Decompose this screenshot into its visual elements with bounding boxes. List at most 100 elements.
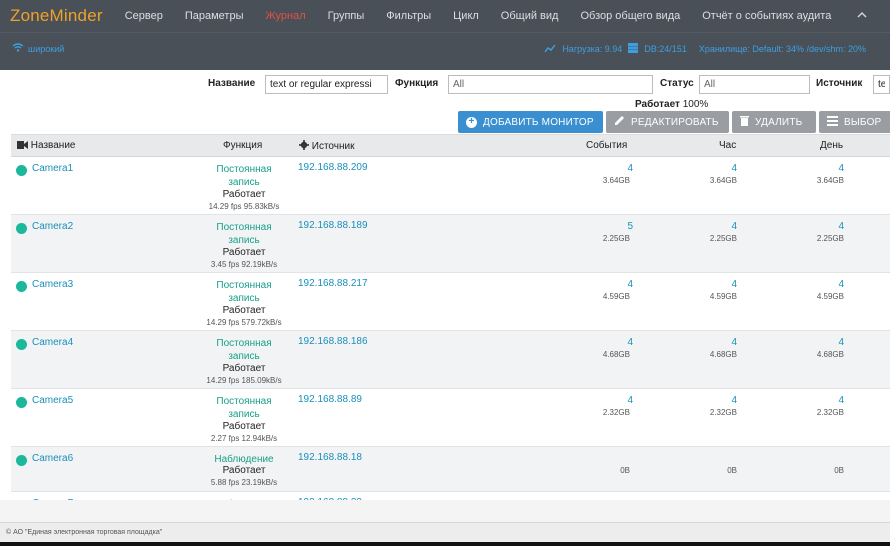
table-row[interactable]: Camera3 Постоянная запись Работает 14.29 fps… xyxy=(11,273,890,331)
monitor-name-link[interactable]: Camera3 xyxy=(32,279,73,290)
header-source[interactable]: Источник xyxy=(299,140,354,152)
plus-circle-icon: + xyxy=(466,116,477,128)
add-monitor-label: ДОБАВИТЬ МОНИТОР xyxy=(483,116,594,128)
events-size: 3.64GB xyxy=(602,176,630,185)
edit-button[interactable]: РЕДАКТИРОВАТЬ xyxy=(606,111,729,133)
table-row[interactable]: Camera5 Постоянная запись Работает 2.27 fps … xyxy=(11,389,890,447)
edit-label: РЕДАКТИРОВАТЬ xyxy=(631,116,719,128)
chevron-up-icon[interactable] xyxy=(857,10,867,22)
bandwidth-selector[interactable]: широкий xyxy=(12,43,64,54)
monitor-function-link[interactable]: Постоянная запись xyxy=(194,337,294,363)
monitor-source-link[interactable]: 192.168.88.189 xyxy=(298,220,368,231)
brand-logo[interactable]: ZoneMinder xyxy=(10,6,103,26)
monitor-fps: 14.29 fps 185.09kB/s xyxy=(206,376,282,385)
status-dot-icon xyxy=(16,165,27,176)
hour-size: 3.64GB xyxy=(709,176,737,185)
monitor-function-link[interactable]: Постоянная запись xyxy=(194,395,294,421)
monitor-fps: 3.45 fps 92.19kB/s xyxy=(210,260,278,269)
monitor-source-link[interactable]: 192.168.88.217 xyxy=(298,278,368,289)
day-count-link[interactable]: 4 xyxy=(804,221,844,232)
events-count-link[interactable]: 4 xyxy=(593,395,633,406)
header-hour[interactable]: Час xyxy=(719,140,736,151)
monitor-function-link[interactable]: Постоянная запись xyxy=(194,221,294,247)
day-count-link[interactable]: 4 xyxy=(804,163,844,174)
monitor-fps: 5.88 fps 23.19kB/s xyxy=(210,478,278,487)
hour-size: 4.68GB xyxy=(709,350,737,359)
menu-item-options[interactable]: Параметры xyxy=(185,10,244,22)
copyright-text: © АО "Единая электронная торговая площад… xyxy=(6,529,163,536)
monitor-state: Работает xyxy=(222,247,266,258)
monitor-fps: 14.29 fps 579.72kB/s xyxy=(206,318,282,327)
storage-value: Хранилище: Default: 34% /dev/shm: 20% xyxy=(698,44,866,54)
hour-count-link[interactable]: 4 xyxy=(697,163,737,174)
monitor-name-link[interactable]: Camera1 xyxy=(32,163,73,174)
hour-size: 2.32GB xyxy=(709,408,737,417)
monitor-source-link[interactable]: 192.168.88.186 xyxy=(298,336,368,347)
add-monitor-button[interactable]: + ДОБАВИТЬ МОНИТОР xyxy=(458,111,603,133)
menu-item-montage-review[interactable]: Обзор общего вида xyxy=(580,10,680,22)
hour-count-link[interactable]: 4 xyxy=(697,221,737,232)
status-dot-icon xyxy=(16,223,27,234)
function-line-2: запись xyxy=(228,409,260,420)
events-count-link[interactable]: 4 xyxy=(593,279,633,290)
monitor-state: Работает xyxy=(222,305,266,316)
filter-status-label: Статус xyxy=(660,78,694,89)
events-count-link[interactable]: 5 xyxy=(593,221,633,232)
monitor-function-link[interactable]: Постоянная запись xyxy=(194,163,294,189)
day-count-link[interactable]: 4 xyxy=(804,279,844,290)
filter-name-label: Название xyxy=(208,78,256,89)
function-line-2: запись xyxy=(228,235,260,246)
menu-item-groups[interactable]: Группы xyxy=(328,10,365,22)
day-size: 0B xyxy=(834,466,844,475)
header-name-label: Название xyxy=(30,140,76,151)
day-size: 3.64GB xyxy=(816,176,844,185)
monitor-source-link[interactable]: 192.168.88.18 xyxy=(298,452,362,463)
delete-button[interactable]: УДАЛИТЬ xyxy=(732,111,816,133)
header-day[interactable]: День xyxy=(820,140,843,151)
day-count-link[interactable]: 4 xyxy=(804,395,844,406)
events-size: 2.32GB xyxy=(602,408,630,417)
menu-item-filters[interactable]: Фильтры xyxy=(386,10,431,22)
menu-item-log[interactable]: Журнал xyxy=(266,10,306,22)
menu-item-server[interactable]: Сервер xyxy=(125,10,163,22)
camera-icon xyxy=(17,140,31,151)
monitor-state: Работает xyxy=(222,465,266,476)
hour-count-link[interactable]: 4 xyxy=(697,337,737,348)
filter-function-select[interactable] xyxy=(448,75,653,94)
table-row[interactable]: Camera2 Постоянная запись Работает 3.45 fps … xyxy=(11,215,890,273)
filter-name-input[interactable] xyxy=(265,75,388,94)
menu-item-audit-report[interactable]: Отчёт о событиях аудита xyxy=(702,10,831,22)
filter-source-input[interactable] xyxy=(873,75,890,94)
monitor-name-link[interactable]: Camera4 xyxy=(32,337,73,348)
header-name[interactable]: Название xyxy=(17,140,75,151)
menu-item-cycle[interactable]: Цикл xyxy=(453,10,479,22)
window-bottom-edge xyxy=(0,542,890,546)
filter-status-select[interactable] xyxy=(699,75,810,94)
monitor-name-link[interactable]: Camera5 xyxy=(32,395,73,406)
hour-size: 0B xyxy=(727,466,737,475)
monitor-name-link[interactable]: Camera6 xyxy=(32,453,73,464)
table-row[interactable]: Camera1 Постоянная запись Работает 14.29 fps… xyxy=(11,157,890,215)
hour-count-link[interactable]: 4 xyxy=(697,395,737,406)
monitor-source-link[interactable]: 192.168.88.89 xyxy=(298,394,362,405)
hour-count-link[interactable]: 4 xyxy=(697,279,737,290)
function-line-1: Постоянная xyxy=(216,396,272,407)
running-summary: Работает 100% xyxy=(635,99,708,110)
table-row[interactable]: Camera6 Наблюдение Работает 5.88 fps 23.19k… xyxy=(11,447,890,492)
events-count-link[interactable]: 4 xyxy=(593,163,633,174)
monitor-source-link[interactable]: 192.168.88.209 xyxy=(298,162,368,173)
events-count-link[interactable]: 4 xyxy=(593,337,633,348)
header-function[interactable]: Функция xyxy=(223,140,262,151)
header-events[interactable]: События xyxy=(586,140,627,151)
table-row[interactable]: Camera7Наблюдение192.168.88.20 xyxy=(11,492,890,500)
monitor-name-link[interactable]: Camera2 xyxy=(32,221,73,232)
monitor-function-link[interactable]: Постоянная запись xyxy=(194,279,294,305)
day-count-link[interactable]: 4 xyxy=(804,337,844,348)
footer: © АО "Единая электронная торговая площад… xyxy=(0,522,890,542)
events-size: 2.25GB xyxy=(602,234,630,243)
select-label: ВЫБОР xyxy=(844,116,882,128)
table-row[interactable]: Camera4 Постоянная запись Работает 14.29 fps… xyxy=(11,331,890,389)
status-bar: широкий Нагрузка: 9.94 DB:24/151 Хранили… xyxy=(0,32,890,70)
select-button[interactable]: ВЫБОР xyxy=(819,111,890,133)
menu-item-montage[interactable]: Общий вид xyxy=(501,10,559,22)
